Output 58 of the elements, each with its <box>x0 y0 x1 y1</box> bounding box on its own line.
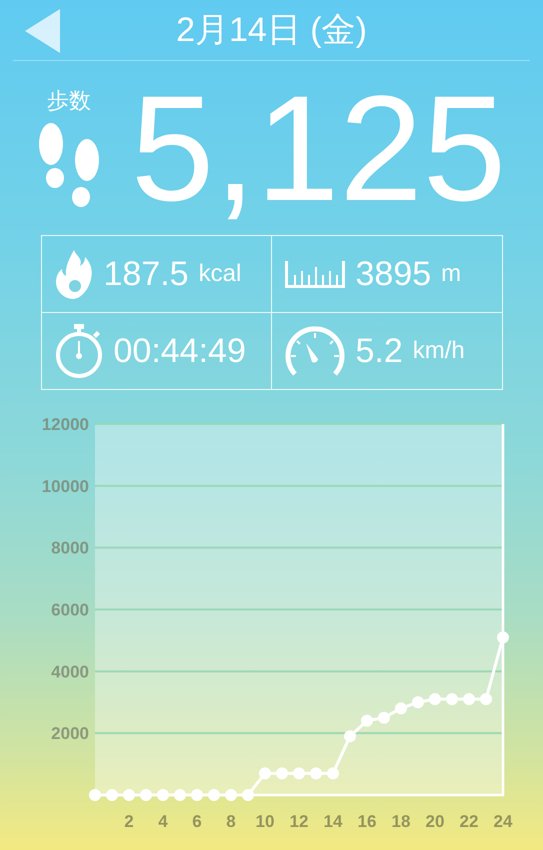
y-tick-label: 6000 <box>51 600 89 620</box>
stat-value: 5.2 <box>356 332 403 370</box>
x-tick-label: 18 <box>392 812 410 831</box>
stat-value: 3895 <box>356 254 432 294</box>
x-tick-label: 22 <box>460 812 478 831</box>
data-point <box>497 631 509 644</box>
y-tick-label: 8000 <box>51 538 89 558</box>
data-point <box>395 702 407 714</box>
data-point <box>344 730 356 742</box>
data-point <box>327 767 339 780</box>
y-tick-label: 12000 <box>42 415 89 434</box>
x-tick-label: 20 <box>426 812 444 831</box>
y-tick-label: 10000 <box>42 476 89 496</box>
stopwatch-icon <box>54 323 104 379</box>
data-point <box>106 789 118 801</box>
x-tick-label: 14 <box>324 812 342 831</box>
data-point <box>463 693 475 706</box>
stat-unit: kcal <box>198 260 242 288</box>
x-tick-label: 10 <box>256 812 274 831</box>
data-point <box>293 767 305 780</box>
back-arrow-icon[interactable] <box>25 9 61 53</box>
ruler-icon <box>284 259 346 289</box>
speedometer-icon <box>284 325 346 377</box>
data-point <box>123 789 135 801</box>
stat-value: 00:44:49 <box>114 332 246 370</box>
data-point <box>361 714 373 727</box>
footprints-icon <box>36 122 101 210</box>
data-point <box>378 712 390 724</box>
x-tick-label: 6 <box>192 812 202 831</box>
data-point <box>310 767 322 780</box>
stat-unit: km/h <box>412 337 465 365</box>
data-point <box>446 693 458 706</box>
x-tick-label: 16 <box>358 812 376 831</box>
data-point <box>89 789 101 801</box>
y-tick-label: 4000 <box>51 662 89 682</box>
x-tick-label: 8 <box>226 812 236 831</box>
data-point <box>225 789 237 801</box>
y-tick-label: 2000 <box>51 724 89 744</box>
data-point <box>174 789 186 801</box>
x-tick-label: 4 <box>158 812 168 831</box>
data-point <box>429 693 441 706</box>
steps-label: 歩数 <box>46 88 91 116</box>
data-point <box>259 767 271 780</box>
stat-value: 187.5 <box>104 254 189 294</box>
x-tick-label: 2 <box>124 812 134 831</box>
x-tick-label: 12 <box>290 812 308 831</box>
data-point <box>480 693 492 706</box>
steps-count: 5,125 <box>130 73 506 223</box>
data-point <box>157 789 169 801</box>
stat-unit: m <box>441 260 462 288</box>
data-point <box>208 789 220 801</box>
data-point <box>140 789 152 801</box>
date-title: 2月14日 (金) <box>175 10 368 51</box>
data-point <box>242 789 254 801</box>
x-tick-label: 24 <box>494 812 512 831</box>
data-point <box>412 696 424 708</box>
data-point <box>276 767 288 780</box>
data-point <box>191 789 203 801</box>
